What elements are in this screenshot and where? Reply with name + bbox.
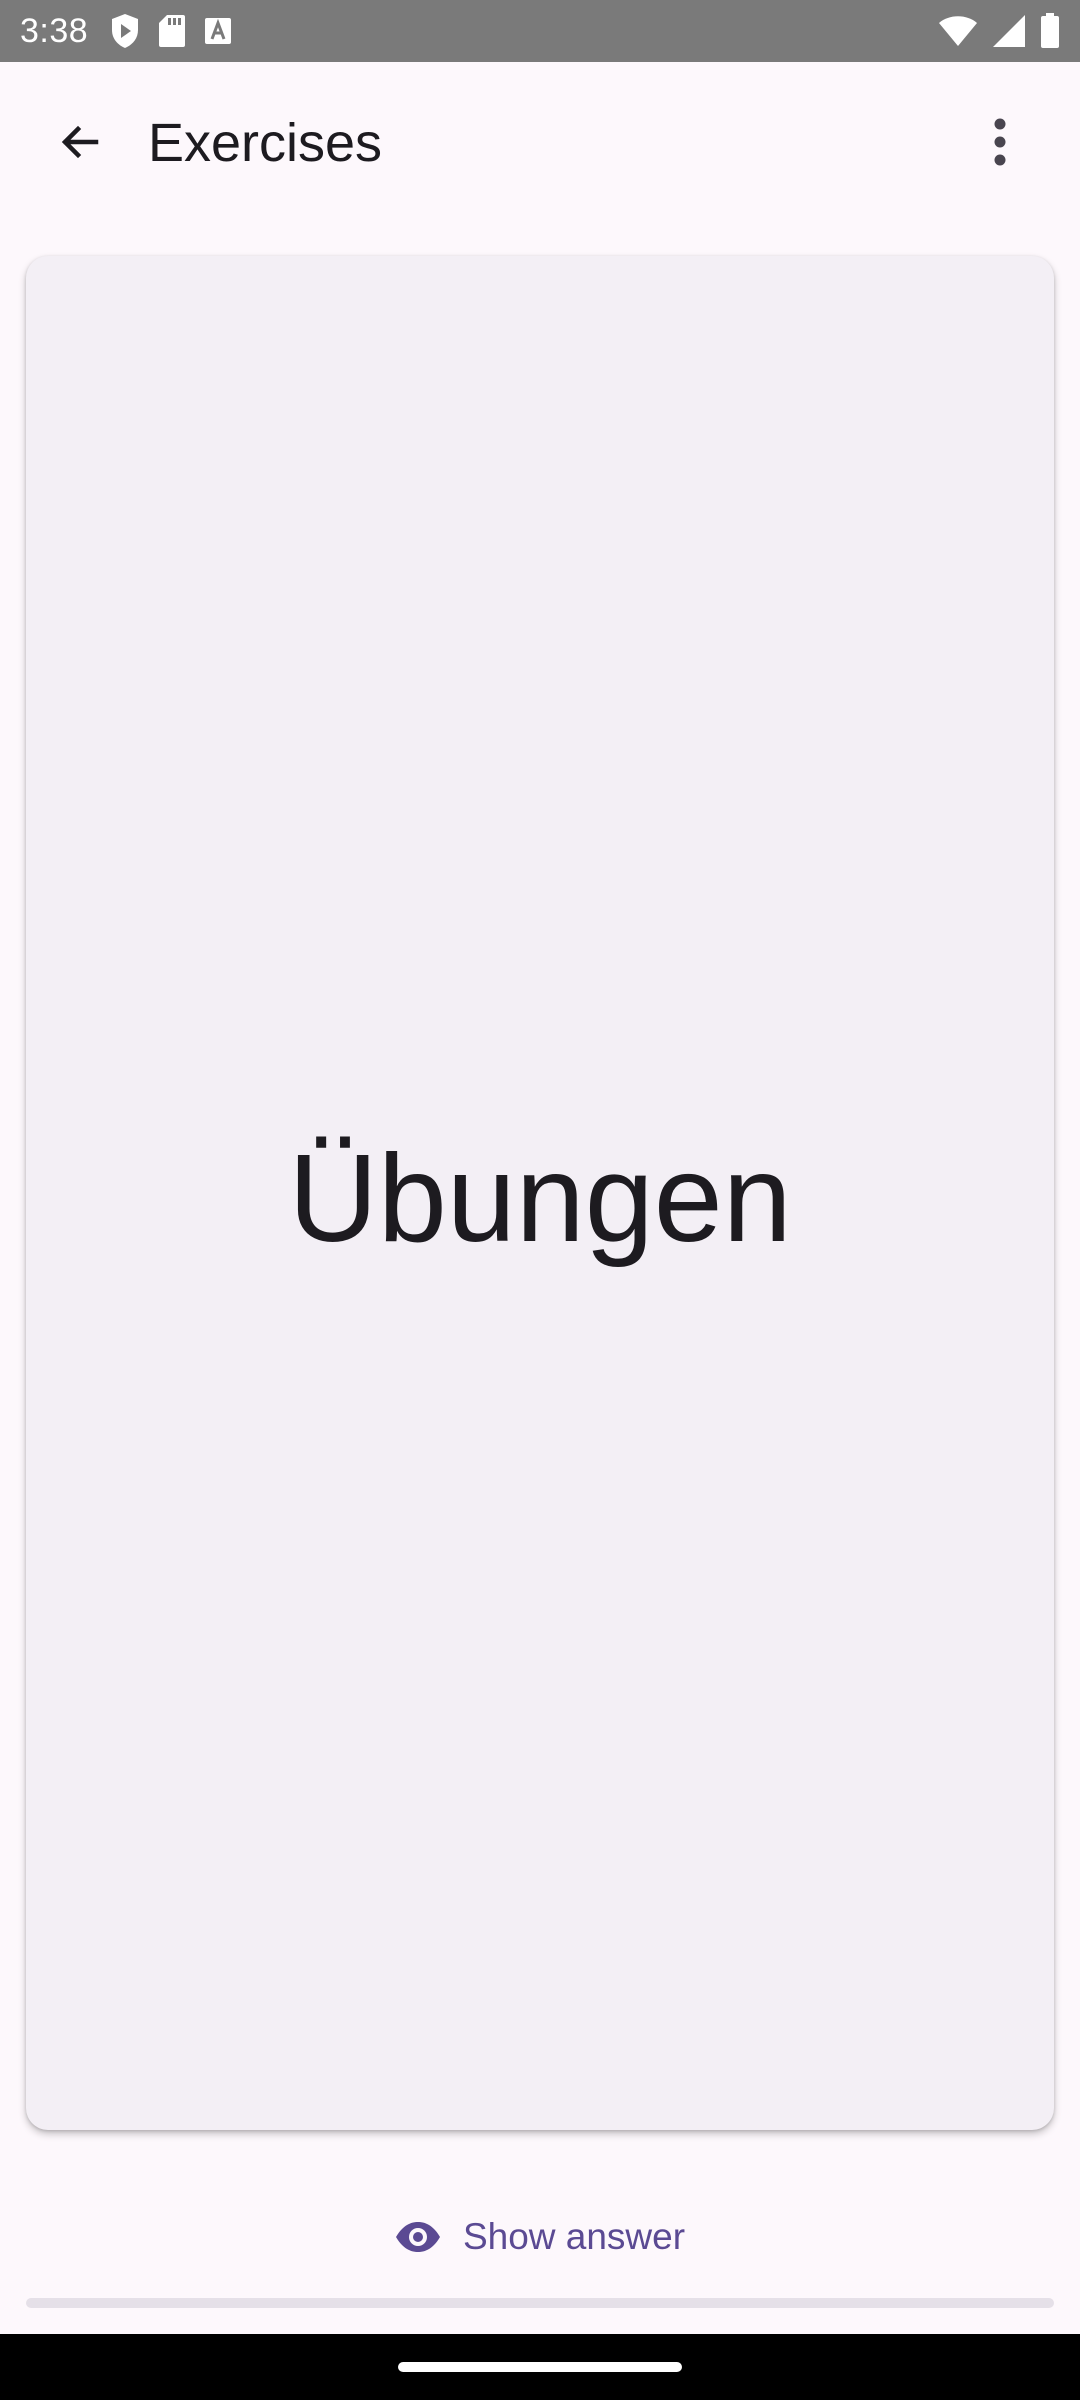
- back-button[interactable]: [40, 104, 120, 184]
- font-a-icon: [204, 17, 232, 45]
- status-left-icons: [110, 13, 232, 49]
- more-options-button[interactable]: [960, 104, 1040, 184]
- flash-card[interactable]: Übungen: [26, 256, 1054, 2130]
- arrow-back-icon: [56, 118, 104, 171]
- signal-icon: [992, 14, 1026, 48]
- card-term: Übungen: [288, 1130, 792, 1268]
- status-right-icons: [938, 13, 1060, 49]
- wifi-icon: [938, 15, 978, 47]
- shield-play-icon: [110, 13, 140, 49]
- show-answer-label: Show answer: [462, 2216, 686, 2257]
- status-time: 3:38: [20, 11, 89, 50]
- battery-icon: [1040, 13, 1060, 49]
- page-title: Exercises: [148, 113, 383, 173]
- gesture-handle[interactable]: [398, 2362, 682, 2372]
- sd-card-icon: [158, 14, 186, 48]
- progress-bar: [26, 2298, 1054, 2308]
- status-bar: 3:38: [0, 0, 1080, 62]
- show-answer-button[interactable]: Show answer: [360, 2200, 720, 2274]
- app-bar: Exercises: [0, 62, 1080, 232]
- eye-icon: [395, 2221, 441, 2253]
- more-vert-icon: [993, 118, 1007, 171]
